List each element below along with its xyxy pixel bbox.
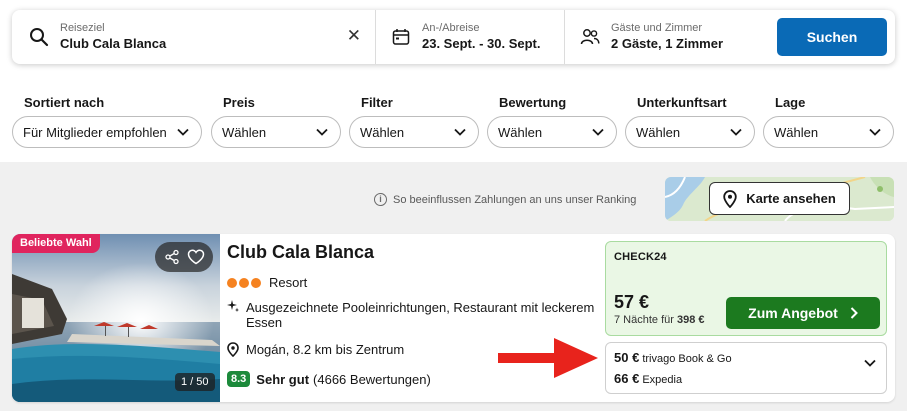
clear-icon[interactable]: ✕	[347, 27, 361, 45]
other-deal-provider: trivago Book & Go	[642, 353, 732, 365]
filter-sort-select[interactable]: Für Mitglieder empfohlen	[12, 116, 202, 148]
deal-nights-text: 7 Nächte für	[614, 314, 674, 326]
filter-location-title: Lage	[775, 95, 806, 110]
hotel-feature-text: Ausgezeichnete Pooleinrichtungen, Restau…	[246, 300, 595, 330]
popular-badge: Beliebte Wahl	[12, 234, 100, 253]
filter-rating: Bewertung Wählen	[487, 95, 617, 148]
rating-count: (4666 Bewertungen)	[313, 371, 431, 387]
guests-value: 2 Gäste, 1 Zimmer	[611, 36, 723, 51]
hotel-rating[interactable]: 8.3 Sehr gut (4666 Bewertungen)	[227, 371, 431, 387]
top-deal[interactable]: CHECK24 57 € 7 Nächte für 398 € Zum Ange…	[605, 241, 887, 336]
destination-field[interactable]: Reiseziel Club Cala Blanca ✕	[12, 10, 375, 64]
guests-label: Gäste und Zimmer	[611, 22, 703, 34]
class-dot-icon	[251, 277, 261, 288]
other-deal-price: 66 €	[614, 371, 640, 386]
sparkle-icon	[227, 300, 241, 330]
filter-property-type: Unterkunftsart Wählen	[625, 95, 755, 148]
filter-price-value: Wählen	[222, 124, 267, 140]
deal-price: 57 €	[614, 292, 650, 312]
other-deal-price: 50 €	[614, 350, 640, 365]
rating-label: Sehr gut	[256, 371, 310, 387]
share-icon[interactable]	[164, 249, 180, 265]
filter-price-select[interactable]: Wählen	[211, 116, 341, 148]
filter-filter-title: Filter	[361, 95, 393, 110]
location-pin-icon	[227, 342, 239, 357]
rating-score: 8.3	[227, 371, 251, 387]
filter-sort-title: Sortiert nach	[24, 95, 105, 110]
chevron-down-icon	[869, 128, 881, 136]
view-deal-label: Zum Angebot	[748, 305, 838, 321]
destination-label: Reiseziel	[60, 22, 105, 34]
photo-counter: 1 / 50	[175, 373, 215, 391]
other-deal-provider: Expedia	[642, 374, 683, 386]
filter-property-type-title: Unterkunftsart	[637, 95, 727, 110]
filter-location-select[interactable]: Wählen	[763, 116, 894, 148]
other-deal-row: 50 € trivago Book & Go	[614, 350, 732, 365]
dates-label: An-/Abreise	[422, 22, 480, 34]
filter-filter-value: Wählen	[360, 124, 405, 140]
hotel-type: Resort	[269, 275, 308, 290]
filter-price: Preis Wählen	[211, 95, 341, 148]
chevron-down-icon	[592, 128, 604, 136]
chevron-down-icon	[730, 128, 742, 136]
filter-property-type-select[interactable]: Wählen	[625, 116, 755, 148]
class-dot-icon	[227, 277, 237, 288]
dates-field[interactable]: An-/Abreise 23. Sept. - 30. Sept.	[375, 10, 564, 64]
search-bar: Reiseziel Club Cala Blanca ✕ An-/Abreise…	[12, 10, 895, 64]
filter-sort-value: Für Mitglieder empfohlen	[23, 124, 167, 140]
deal-provider: CHECK24	[614, 251, 667, 263]
red-arrow-annotation	[498, 338, 598, 378]
hotel-card[interactable]: Beliebte Wahl 1 / 50 Club Cala Blanca Re…	[12, 234, 895, 402]
heart-icon[interactable]	[187, 249, 205, 265]
chevron-down-icon[interactable]	[864, 359, 876, 367]
chevron-right-icon	[850, 307, 858, 319]
search-button-wrap: Suchen	[764, 10, 895, 64]
hotel-name[interactable]: Club Cala Blanca	[227, 242, 374, 263]
dates-value: 23. Sept. - 30. Sept.	[422, 36, 541, 51]
hotel-feature: Ausgezeichnete Pooleinrichtungen, Restau…	[227, 300, 597, 330]
deal-nights-total: 398 €	[676, 314, 705, 326]
filter-rating-value: Wählen	[498, 124, 543, 140]
ranking-note: So beeinflussen Zahlungen an uns unser R…	[393, 193, 637, 206]
info-icon: i	[374, 193, 387, 206]
class-dot-icon	[239, 277, 249, 288]
hotel-location-text: Mogán, 8.2 km bis Zentrum	[246, 342, 405, 357]
search-button[interactable]: Suchen	[777, 18, 887, 56]
filter-filter: Filter Wählen	[349, 95, 479, 148]
search-icon	[28, 26, 50, 48]
location-pin-icon	[723, 189, 737, 208]
chevron-down-icon	[177, 128, 189, 136]
destination-value: Club Cala Blanca	[60, 36, 167, 51]
calendar-icon	[390, 26, 412, 48]
filter-location: Lage Wählen	[763, 95, 894, 148]
chevron-down-icon	[454, 128, 466, 136]
deal-nights: 7 Nächte für 398 €	[614, 314, 705, 326]
view-deal-button[interactable]: Zum Angebot	[726, 297, 880, 329]
chevron-down-icon	[316, 128, 328, 136]
hotel-photo[interactable]: Beliebte Wahl 1 / 50	[12, 234, 220, 402]
photo-actions	[155, 242, 213, 272]
filter-property-type-value: Wählen	[636, 124, 681, 140]
filter-sort: Sortiert nach Für Mitglieder empfohlen	[12, 95, 202, 148]
filter-rating-select[interactable]: Wählen	[487, 116, 617, 148]
guests-field[interactable]: Gäste und Zimmer 2 Gäste, 1 Zimmer	[564, 10, 764, 64]
filter-price-title: Preis	[223, 95, 255, 110]
people-icon	[579, 26, 601, 48]
show-map-button[interactable]: Karte ansehen	[709, 182, 850, 215]
ranking-info[interactable]: i So beeinflussen Zahlungen an uns unser…	[374, 193, 636, 206]
filter-filter-select[interactable]: Wählen	[349, 116, 479, 148]
show-map-label: Karte ansehen	[746, 191, 836, 206]
filter-rating-title: Bewertung	[499, 95, 567, 110]
filter-location-value: Wählen	[774, 124, 819, 140]
other-deals[interactable]: 50 € trivago Book & Go 66 € Expedia	[605, 342, 887, 394]
other-deal-row: 66 € Expedia	[614, 371, 682, 386]
hotel-location: Mogán, 8.2 km bis Zentrum	[227, 342, 404, 357]
hotel-class: Resort	[227, 275, 307, 290]
